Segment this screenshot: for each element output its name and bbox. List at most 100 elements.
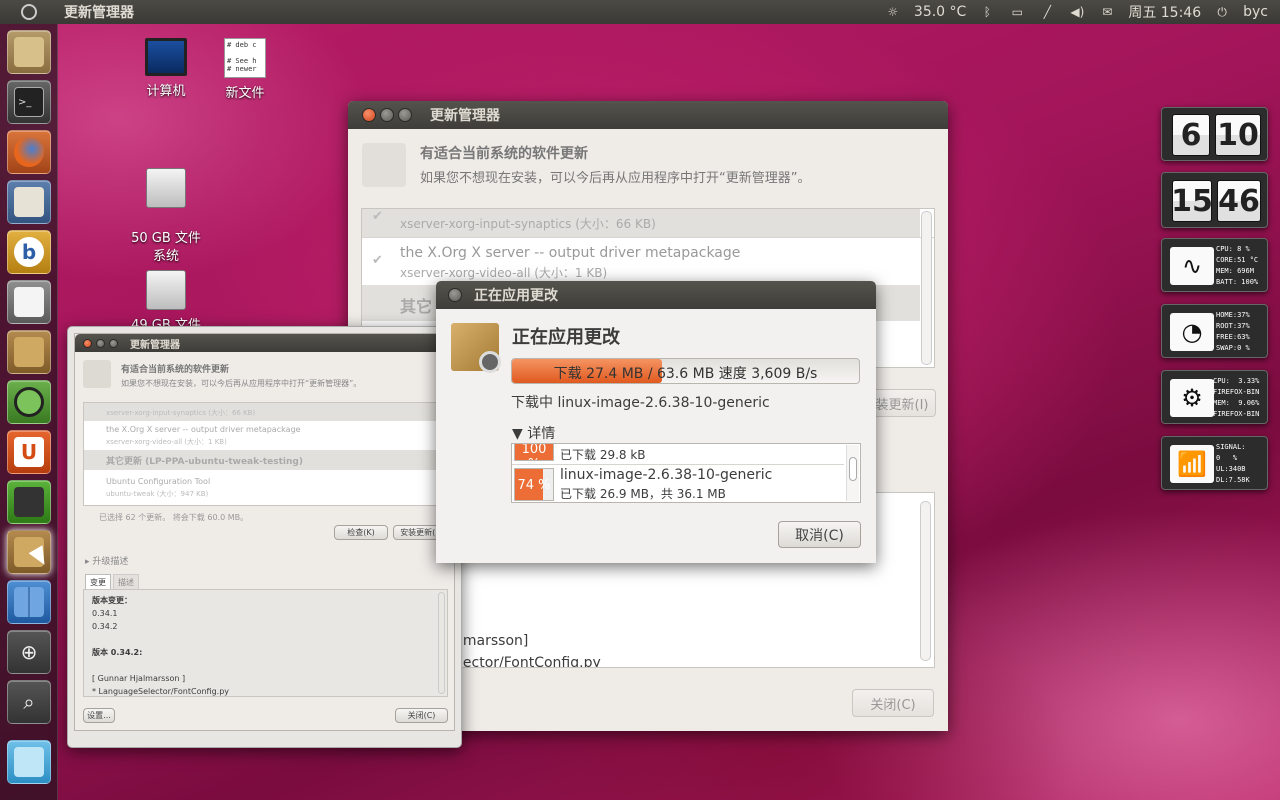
list-scrollbar[interactable]: [921, 211, 932, 365]
row-checkbox[interactable]: ✔: [372, 209, 383, 224]
list-group-header: 其它: [400, 297, 433, 316]
launcher-network-graph[interactable]: [7, 480, 51, 524]
minimize-window-button[interactable]: [96, 338, 105, 348]
selected-summary: 已选择 62 个更新。 将会下载 60.0 MB。: [99, 513, 249, 522]
update-subtext: 如果您不想现在安装，可以今后再从应用程序中打开“更新管理器”。: [420, 171, 811, 186]
launcher-firefox[interactable]: [7, 130, 51, 174]
clock-indicator[interactable]: 周五 15:46: [1128, 2, 1201, 22]
minimize-window-button[interactable]: [380, 108, 394, 122]
heartbeat-pulse-icon: ∿: [1170, 247, 1214, 285]
time-flip-clock-widget[interactable]: 15 46: [1161, 172, 1268, 228]
list-item-pkg: xserver-xorg-input-synaptics (大小：66 KB): [106, 409, 256, 417]
firefox-icon: [14, 137, 44, 167]
settings-button[interactable]: 设置...: [83, 708, 115, 723]
dash-button[interactable]: [0, 0, 58, 24]
power-icon[interactable]: ⏻: [1213, 5, 1231, 19]
install-updates-button[interactable]: 装更新(I): [868, 389, 936, 417]
update-list: xserver-xorg-input-synaptics (大小：66 KB) …: [83, 402, 448, 506]
button-label: 取消(C): [795, 527, 844, 544]
maximize-window-button[interactable]: [398, 108, 412, 122]
magnifier-icon: ⌕: [23, 690, 35, 714]
home-folder-icon: [14, 37, 44, 67]
launcher-banshee[interactable]: b: [7, 230, 51, 274]
changelog-scrollbar[interactable]: [920, 501, 931, 661]
close-button[interactable]: 关闭(C): [395, 708, 448, 723]
battery-icon[interactable]: ▭: [1008, 5, 1026, 19]
desktop-icon-computer[interactable]: 计算机: [121, 38, 211, 99]
mail-icon[interactable]: ✉: [1098, 5, 1116, 19]
launcher-text-editor[interactable]: [7, 280, 51, 324]
cancel-button[interactable]: 取消(C): [778, 521, 861, 548]
changelog-line: [ Gunnar Hjalmarsson ]: [92, 674, 186, 683]
twitter-bird-icon: [14, 747, 44, 777]
launcher-terminal[interactable]: >_: [7, 80, 51, 124]
package-icon: [14, 337, 44, 367]
launcher-search[interactable]: ⌕: [7, 680, 51, 724]
desktop-icon-label: 计算机: [146, 84, 186, 99]
details-list: 100 % 已下载 29.8 kB 74 % linux-image-2.6.3…: [511, 443, 861, 503]
changelog-area: 版本变更： 0.34.1 0.34.2 版本 0.34.2: [ Gunnar …: [83, 589, 448, 697]
desktop-icon-50gb[interactable]: 50 GB 文件 系统: [121, 150, 211, 284]
update-subtext: 如果您不想现在安装，可以今后再从应用程序中打开“更新管理器”。: [121, 379, 362, 388]
launcher-workspaces[interactable]: [7, 580, 51, 624]
item-subtext: 已下载 29.8 kB: [560, 448, 646, 462]
bluetooth-icon[interactable]: ᛒ: [978, 5, 996, 19]
maximize-window-button[interactable]: [109, 338, 118, 348]
list-item-pkg: ubuntu-tweak (大小：947 KB): [106, 490, 209, 498]
window-titlebar: 更新管理器: [348, 101, 948, 129]
temperature-indicator[interactable]: 35.0 °C: [914, 4, 966, 20]
item-percent: 74 %: [517, 478, 551, 493]
desktop-icon-new-file[interactable]: # deb c # See h # newer 新文件: [200, 38, 290, 101]
system-monitor-widget[interactable]: ∿ CPU: 8 % CORE:51 °C MEM: 696M BATT: 10…: [1161, 238, 1268, 292]
changelog-line: 版本变更：: [92, 596, 132, 605]
changelog-scrollbar[interactable]: [438, 592, 445, 694]
desktop-icon-49gb[interactable]: 49 GB 文件: [121, 270, 211, 333]
gear-icon: ⚙: [1170, 379, 1214, 417]
ubuntu-logo-icon: [21, 4, 37, 20]
network-monitor-widget[interactable]: 📶 SIGNAL: 0 % UL:340B DL:7.58K: [1161, 436, 1268, 490]
graph-nodes-icon: [14, 487, 44, 517]
applying-changes-dialog: 正在应用更改 正在应用更改 下载 27.4 MB / 63.6 MB 速度 3,…: [436, 281, 876, 563]
overall-progress-bar: 下载 27.4 MB / 63.6 MB 速度 3,609 B/s: [511, 358, 860, 384]
close-button[interactable]: 关闭(C): [852, 689, 934, 717]
changelog-line: [92, 659, 439, 672]
item-percent: 100 %: [521, 443, 547, 460]
close-dialog-button[interactable]: [448, 288, 462, 302]
volume-icon[interactable]: ◀): [1068, 5, 1086, 19]
changelog-line: 版本 0.34.2:: [92, 648, 143, 657]
launcher-twitter[interactable]: [7, 740, 51, 784]
disk-stats: HOME:37% ROOT:37% FREE:63% SWAP:0 %: [1216, 311, 1250, 352]
details-expander[interactable]: ▼ 详情: [512, 423, 555, 443]
flip-digit: 10: [1215, 114, 1261, 156]
launcher-zoom[interactable]: ⊕: [7, 630, 51, 674]
network-stats: SIGNAL: 0 % UL:340B DL:7.58K: [1216, 443, 1250, 484]
list-item-pkg: xserver-xorg-video-all (大小：1 KB): [106, 438, 227, 446]
close-window-button[interactable]: [83, 338, 92, 348]
launcher-home-folder[interactable]: [7, 30, 51, 74]
check-button[interactable]: 检查(K): [334, 525, 388, 540]
process-monitor-widget[interactable]: ⚙ CPU: 3.33% FIREFOX-BIN MEM: 9.06% FIRE…: [1161, 370, 1268, 424]
pie-chart-icon: ◔: [1170, 313, 1214, 351]
flip-digit: 6: [1172, 114, 1210, 156]
description-expander[interactable]: ▸ 升级描述: [85, 554, 128, 567]
weather-sun-icon[interactable]: ☼: [884, 5, 902, 19]
ubuntu-circle-icon: [14, 387, 44, 417]
close-window-button[interactable]: [362, 108, 376, 122]
window-title: 更新管理器: [430, 108, 500, 124]
update-manager-window-preview: 更新管理器 有适合当前系统的软件更新 如果您不想现在安装，可以今后再从应用程序中…: [67, 326, 462, 748]
user-indicator[interactable]: byc: [1243, 4, 1268, 20]
list-item-pkg: xserver-xorg-video-all (大小：1 KB): [400, 266, 608, 280]
row-checkbox[interactable]: ✔: [372, 253, 383, 268]
dialog-titlebar: 正在应用更改: [436, 281, 876, 309]
update-heading: 有适合当前系统的软件更新: [420, 146, 588, 162]
changelog-line: 0.34.1: [92, 609, 118, 618]
update-header-icon: [83, 360, 111, 388]
details-scrollbar[interactable]: [846, 445, 859, 501]
disk-usage-widget[interactable]: ◔ HOME:37% ROOT:37% FREE:63% SWAP:0 %: [1161, 304, 1268, 358]
launcher-ubuntu-tweak[interactable]: [7, 380, 51, 424]
launcher-software-center[interactable]: [7, 330, 51, 374]
network-icon[interactable]: ╱: [1038, 5, 1056, 19]
launcher-ubuntu-one[interactable]: U: [7, 430, 51, 474]
date-flip-clock-widget[interactable]: 6 10: [1161, 107, 1268, 161]
launcher-mail[interactable]: [7, 180, 51, 224]
